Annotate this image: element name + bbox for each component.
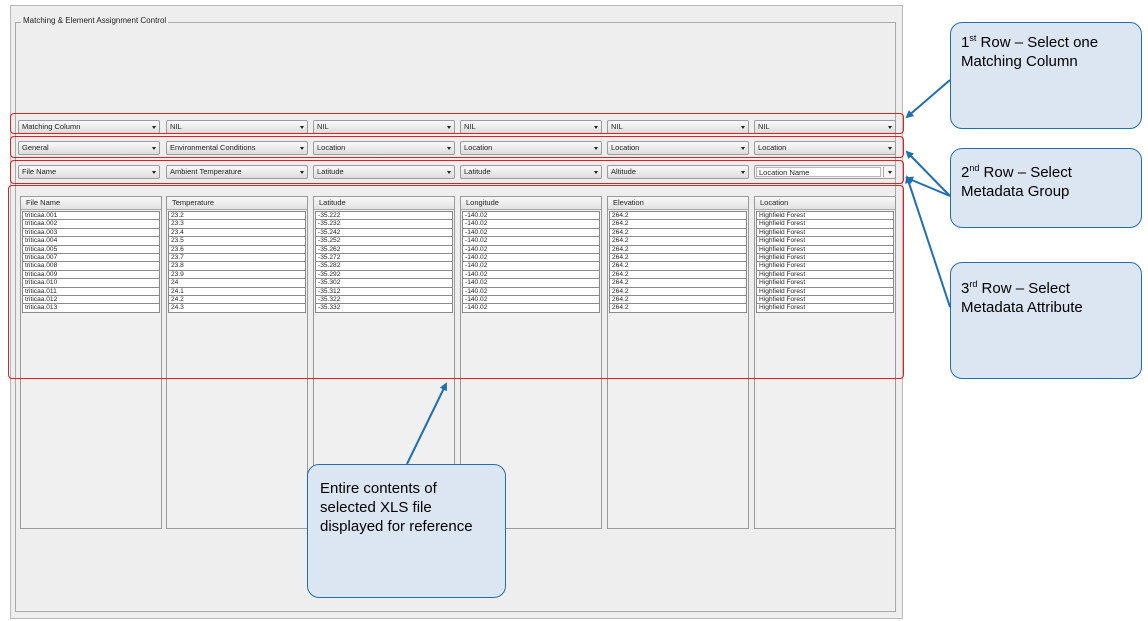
callout-ordinal-suffix: nd	[969, 163, 980, 173]
callout-row1: 1st Row – Select one Matching Column	[950, 22, 1142, 129]
row3-arrow	[905, 175, 951, 308]
callout-row2: 2nd Row – Select Metadata Group	[950, 148, 1142, 228]
row2-arrow-a	[905, 150, 951, 197]
callout-text: Row – Select Metadata Attribute	[961, 280, 1083, 316]
callout-text: Row – Select one Matching Column	[961, 34, 1099, 70]
row2-arrow-b	[905, 176, 951, 197]
callout-row3: 3rd Row – Select Metadata Attribute	[950, 262, 1142, 379]
row1-arrow	[905, 79, 951, 119]
callout-text: Entire contents of selected XLS file dis…	[320, 480, 473, 535]
contents-arrow	[406, 382, 447, 465]
callout-contents: Entire contents of selected XLS file dis…	[307, 464, 506, 598]
